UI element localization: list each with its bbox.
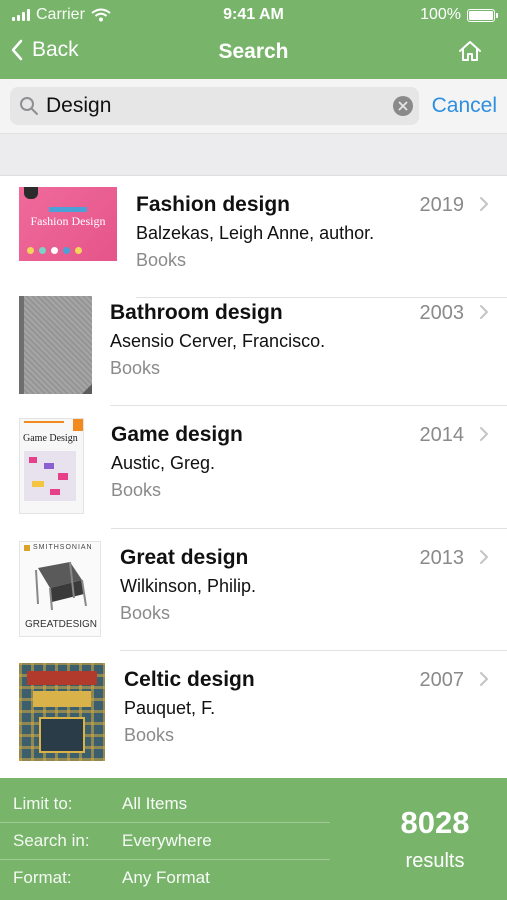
book-format: Books bbox=[110, 358, 161, 378]
search-row: Cancel bbox=[0, 79, 507, 134]
chevron-right-icon bbox=[480, 427, 488, 441]
filter-value: Everywhere bbox=[122, 831, 212, 850]
page-title: Search bbox=[218, 40, 289, 63]
book-title: Celtic design bbox=[124, 668, 255, 691]
result-count: 8028 bbox=[400, 805, 470, 840]
book-cover-image bbox=[19, 663, 105, 761]
filter-label: Format: bbox=[13, 868, 72, 887]
search-box[interactable] bbox=[10, 87, 419, 125]
list-item[interactable]: Bathroom design Asensio Cerver, Francisc… bbox=[0, 284, 507, 406]
list-item[interactable]: Fashion Design Fashion design Balzekas, … bbox=[0, 176, 507, 298]
book-title: Fashion design bbox=[136, 193, 291, 216]
cover-decoration bbox=[27, 247, 111, 255]
results-list: Fashion Design Fashion design Balzekas, … bbox=[0, 176, 507, 778]
list-item[interactable]: Celtic design Pauquet, F. Books 2007 bbox=[0, 651, 507, 778]
list-item[interactable]: SMITHSONIAN GREATDESIGN Great design Wil… bbox=[0, 529, 507, 651]
book-year: 2007 bbox=[419, 669, 465, 691]
book-title: Bathroom design bbox=[110, 301, 283, 324]
chevron-right-icon bbox=[480, 550, 488, 564]
book-year: 2013 bbox=[419, 547, 465, 569]
book-cover-image bbox=[19, 296, 92, 394]
search-input[interactable] bbox=[46, 94, 376, 118]
battery-icon bbox=[467, 8, 498, 22]
filter-label: Search in: bbox=[13, 831, 90, 850]
battery-percent: 100% bbox=[420, 6, 461, 23]
status-bar: Carrier 9:41 AM 100% bbox=[0, 0, 507, 30]
book-author: Balzekas, Leigh Anne, author. bbox=[136, 223, 375, 243]
nav-bar: Back Search bbox=[0, 32, 507, 76]
book-author: Pauquet, F. bbox=[124, 698, 216, 718]
book-year: 2014 bbox=[419, 424, 465, 446]
chevron-right-icon bbox=[480, 305, 488, 319]
search-icon bbox=[20, 97, 38, 115]
cover-brand: SMITHSONIAN bbox=[33, 544, 93, 551]
chevron-right-icon bbox=[480, 672, 488, 686]
list-item[interactable]: Game Design Game design Austic, Greg. Bo… bbox=[0, 406, 507, 529]
chevron-right-icon bbox=[480, 197, 488, 211]
book-format: Books bbox=[120, 603, 171, 623]
filter-search-in[interactable]: Search in: Everywhere bbox=[0, 823, 330, 860]
book-format: Books bbox=[124, 725, 175, 745]
book-year: 2003 bbox=[419, 302, 465, 324]
book-author: Austic, Greg. bbox=[111, 453, 216, 473]
cover-title: GREATDESIGN bbox=[24, 619, 98, 630]
book-author: Asensio Cerver, Francisco. bbox=[110, 331, 326, 351]
book-author: Wilkinson, Philip. bbox=[120, 576, 257, 596]
home-icon[interactable] bbox=[457, 38, 483, 64]
cover-decoration bbox=[24, 187, 38, 199]
book-year: 2019 bbox=[419, 194, 465, 216]
book-title: Great design bbox=[120, 546, 249, 569]
book-format: Books bbox=[111, 480, 162, 500]
cancel-button[interactable]: Cancel bbox=[432, 94, 497, 118]
cover-decoration bbox=[24, 451, 76, 501]
cover-title: Game Design bbox=[23, 433, 78, 444]
header: Carrier 9:41 AM 100% Back Search bbox=[0, 0, 507, 79]
filter-value: Any Format bbox=[122, 868, 210, 887]
clear-icon[interactable] bbox=[393, 96, 413, 116]
cover-chair-illustration bbox=[35, 561, 87, 611]
clear-x-glyph bbox=[398, 101, 408, 111]
filter-label: Limit to: bbox=[13, 794, 73, 813]
cover-title: Fashion Design bbox=[30, 214, 106, 228]
book-cover-image: Game Design bbox=[19, 418, 84, 514]
book-format: Books bbox=[136, 250, 187, 270]
book-title: Game design bbox=[111, 423, 243, 446]
result-count-label: results bbox=[405, 850, 465, 872]
filter-value: All Items bbox=[122, 794, 188, 813]
book-cover-image: SMITHSONIAN GREATDESIGN bbox=[19, 541, 101, 637]
filter-bar: Limit to: All Items Search in: Everywher… bbox=[0, 778, 507, 900]
filter-format[interactable]: Format: Any Format bbox=[0, 860, 330, 897]
filter-limit-to[interactable]: Limit to: All Items bbox=[0, 786, 330, 823]
section-spacer bbox=[0, 134, 507, 176]
cover-decoration bbox=[49, 207, 87, 212]
book-cover-image: Fashion Design bbox=[19, 187, 117, 261]
status-right: 100% bbox=[420, 6, 498, 24]
